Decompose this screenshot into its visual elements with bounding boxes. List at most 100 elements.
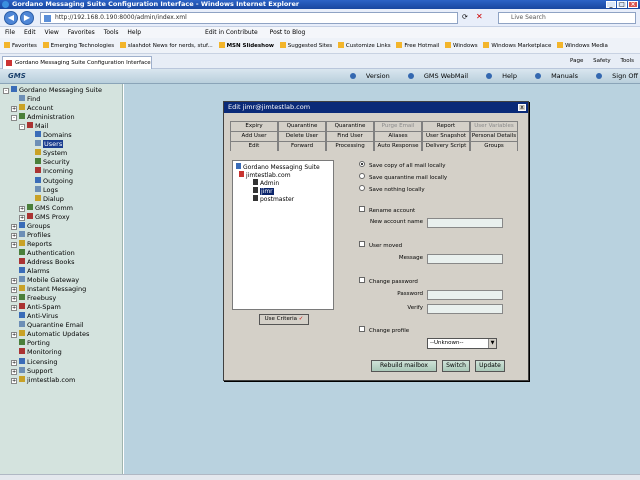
- sidebar-item[interactable]: Address Books: [11, 257, 75, 267]
- sidebar-item[interactable]: + Instant Messaging: [11, 285, 86, 294]
- sidebar-item[interactable]: + Mobile Gateway: [11, 276, 79, 285]
- expand-icon[interactable]: +: [19, 214, 25, 221]
- url-field[interactable]: http://192.168.0.190:8000/admin/index.xm…: [40, 12, 458, 24]
- radio-save-nothing[interactable]: Save nothing locally: [359, 185, 425, 194]
- edit-in-contribute[interactable]: Edit in Contribute: [205, 29, 258, 36]
- fav-item[interactable]: Free Hotmail: [396, 38, 439, 53]
- expand-icon[interactable]: +: [11, 287, 17, 294]
- forward-button[interactable]: ▶: [20, 11, 34, 25]
- sidebar-item[interactable]: + Anti-Spam: [11, 303, 61, 312]
- dialog-tab[interactable]: Personal Details: [470, 131, 518, 141]
- expand-icon[interactable]: +: [19, 205, 25, 212]
- user-tree-listbox[interactable]: Gordano Messaging Suite jimtestlab.com A…: [232, 160, 334, 310]
- expand-icon[interactable]: +: [11, 359, 17, 366]
- fav-item[interactable]: Windows Marketplace: [483, 38, 551, 53]
- sidebar-item[interactable]: + jimtestlab.com: [11, 375, 75, 385]
- sidebar-item[interactable]: Logs: [27, 185, 58, 195]
- dialog-tab[interactable]: User Variables: [470, 121, 518, 131]
- sidebar-item[interactable]: Alarms: [11, 267, 50, 276]
- menu-favorites[interactable]: Favorites: [68, 29, 95, 36]
- dialog-tab[interactable]: Report: [422, 121, 470, 131]
- checkbox[interactable]: [359, 277, 365, 283]
- sidebar-item[interactable]: + Account: [11, 104, 53, 113]
- expand-icon[interactable]: +: [11, 305, 17, 312]
- sidebar-item[interactable]: Outgoing: [27, 176, 73, 186]
- radio-save-quarantine[interactable]: Save quarantine mail locally: [359, 173, 447, 182]
- sidebar-item[interactable]: Security: [27, 158, 70, 167]
- expand-icon[interactable]: +: [11, 377, 17, 384]
- tools-menu[interactable]: Tools: [620, 58, 634, 64]
- fav-item[interactable]: Windows Media: [557, 38, 608, 53]
- sidebar-item[interactable]: Users: [27, 140, 64, 149]
- browser-tab[interactable]: Gordano Messaging Suite Configuration In…: [2, 56, 152, 69]
- radio-save-all[interactable]: Save copy of all mail locally: [359, 161, 446, 170]
- menu-tools[interactable]: Tools: [104, 29, 119, 36]
- collapse-icon[interactable]: -: [11, 115, 17, 122]
- stop-icon[interactable]: ✕: [476, 12, 483, 21]
- dialog-tab[interactable]: Quarantine: [278, 121, 326, 131]
- dialog-tab[interactable]: Delivery Script: [422, 141, 470, 151]
- search-input[interactable]: Live Search: [498, 12, 636, 24]
- dialog-tab[interactable]: Auto Response: [374, 141, 422, 151]
- tree-user[interactable]: postmaster: [253, 195, 294, 203]
- sidebar-item[interactable]: Anti-Virus: [11, 312, 58, 321]
- sidebar-item[interactable]: + Reports: [11, 239, 52, 249]
- switch-button[interactable]: Switch: [442, 360, 470, 372]
- sidebar-item[interactable]: Porting: [11, 339, 50, 348]
- collapse-icon[interactable]: -: [3, 88, 9, 94]
- dialog-tab[interactable]: Aliases: [374, 131, 422, 141]
- dialog-tab[interactable]: Forward: [278, 141, 326, 151]
- dialog-tab[interactable]: Add User: [230, 131, 278, 141]
- change-profile-checkbox[interactable]: Change profile: [359, 326, 409, 335]
- refresh-icon[interactable]: ⟳: [462, 13, 468, 21]
- expand-icon[interactable]: +: [11, 278, 17, 285]
- sidebar-item[interactable]: + GMS Comm: [19, 203, 73, 213]
- sidebar-item[interactable]: Authentication: [11, 248, 75, 258]
- tree-user-selected[interactable]: jimr: [253, 187, 274, 195]
- expand-icon[interactable]: +: [11, 332, 17, 339]
- new-account-name-input[interactable]: [427, 218, 503, 228]
- sidebar-item[interactable]: Find: [11, 95, 40, 104]
- expand-icon[interactable]: +: [11, 241, 17, 248]
- checkbox[interactable]: [359, 326, 365, 332]
- version-link[interactable]: Version: [342, 72, 390, 80]
- help-link[interactable]: Help: [478, 72, 517, 80]
- sidebar-item[interactable]: - Mail: [19, 122, 48, 131]
- dialog-tab[interactable]: Groups: [470, 141, 518, 151]
- expand-icon[interactable]: +: [11, 223, 17, 230]
- expand-icon[interactable]: +: [11, 106, 17, 113]
- fav-item[interactable]: Suggested Sites: [279, 38, 332, 53]
- verify-input[interactable]: [427, 304, 503, 314]
- minimize-button[interactable]: _: [606, 1, 616, 8]
- tree-user[interactable]: Admin: [253, 179, 279, 187]
- safety-menu[interactable]: Safety: [593, 58, 611, 64]
- dialog-tab[interactable]: Purge Email: [374, 121, 422, 131]
- fav-item[interactable]: Customize Links: [337, 38, 391, 53]
- fav-item[interactable]: Windows: [445, 38, 478, 53]
- webmail-link[interactable]: GMS WebMail: [400, 72, 468, 80]
- sidebar-item[interactable]: + Groups: [11, 221, 50, 231]
- sign-off-link[interactable]: Sign Off: [588, 72, 638, 80]
- sidebar-item[interactable]: + Automatic Updates: [11, 330, 89, 339]
- sidebar-item[interactable]: + GMS Proxy: [19, 212, 70, 222]
- menu-edit[interactable]: Edit: [24, 29, 36, 36]
- manuals-link[interactable]: Manuals: [527, 72, 578, 80]
- radio-button[interactable]: [359, 173, 365, 179]
- user-moved-checkbox[interactable]: User moved: [359, 241, 402, 250]
- back-button[interactable]: ◀: [4, 11, 18, 25]
- rebuild-mailbox-button[interactable]: Rebuild mailbox: [371, 360, 437, 372]
- dialog-tab[interactable]: Edit: [230, 141, 278, 151]
- expand-icon[interactable]: +: [11, 232, 17, 239]
- update-button[interactable]: Update: [475, 360, 505, 372]
- dialog-close-button[interactable]: x: [518, 104, 526, 111]
- post-to-blog[interactable]: Post to Blog: [270, 29, 306, 36]
- sidebar-item[interactable]: System: [27, 149, 67, 158]
- fav-item[interactable]: Emerging Technologies: [42, 38, 114, 53]
- fav-item[interactable]: Favorites: [4, 38, 37, 53]
- sidebar-item[interactable]: - Gordano Messaging Suite: [3, 86, 102, 95]
- checkbox[interactable]: [359, 241, 365, 247]
- sidebar-item[interactable]: Monitoring: [11, 348, 62, 357]
- change-password-checkbox[interactable]: Change password: [359, 277, 418, 286]
- expand-icon[interactable]: +: [11, 368, 17, 375]
- maximize-button[interactable]: □: [617, 1, 627, 8]
